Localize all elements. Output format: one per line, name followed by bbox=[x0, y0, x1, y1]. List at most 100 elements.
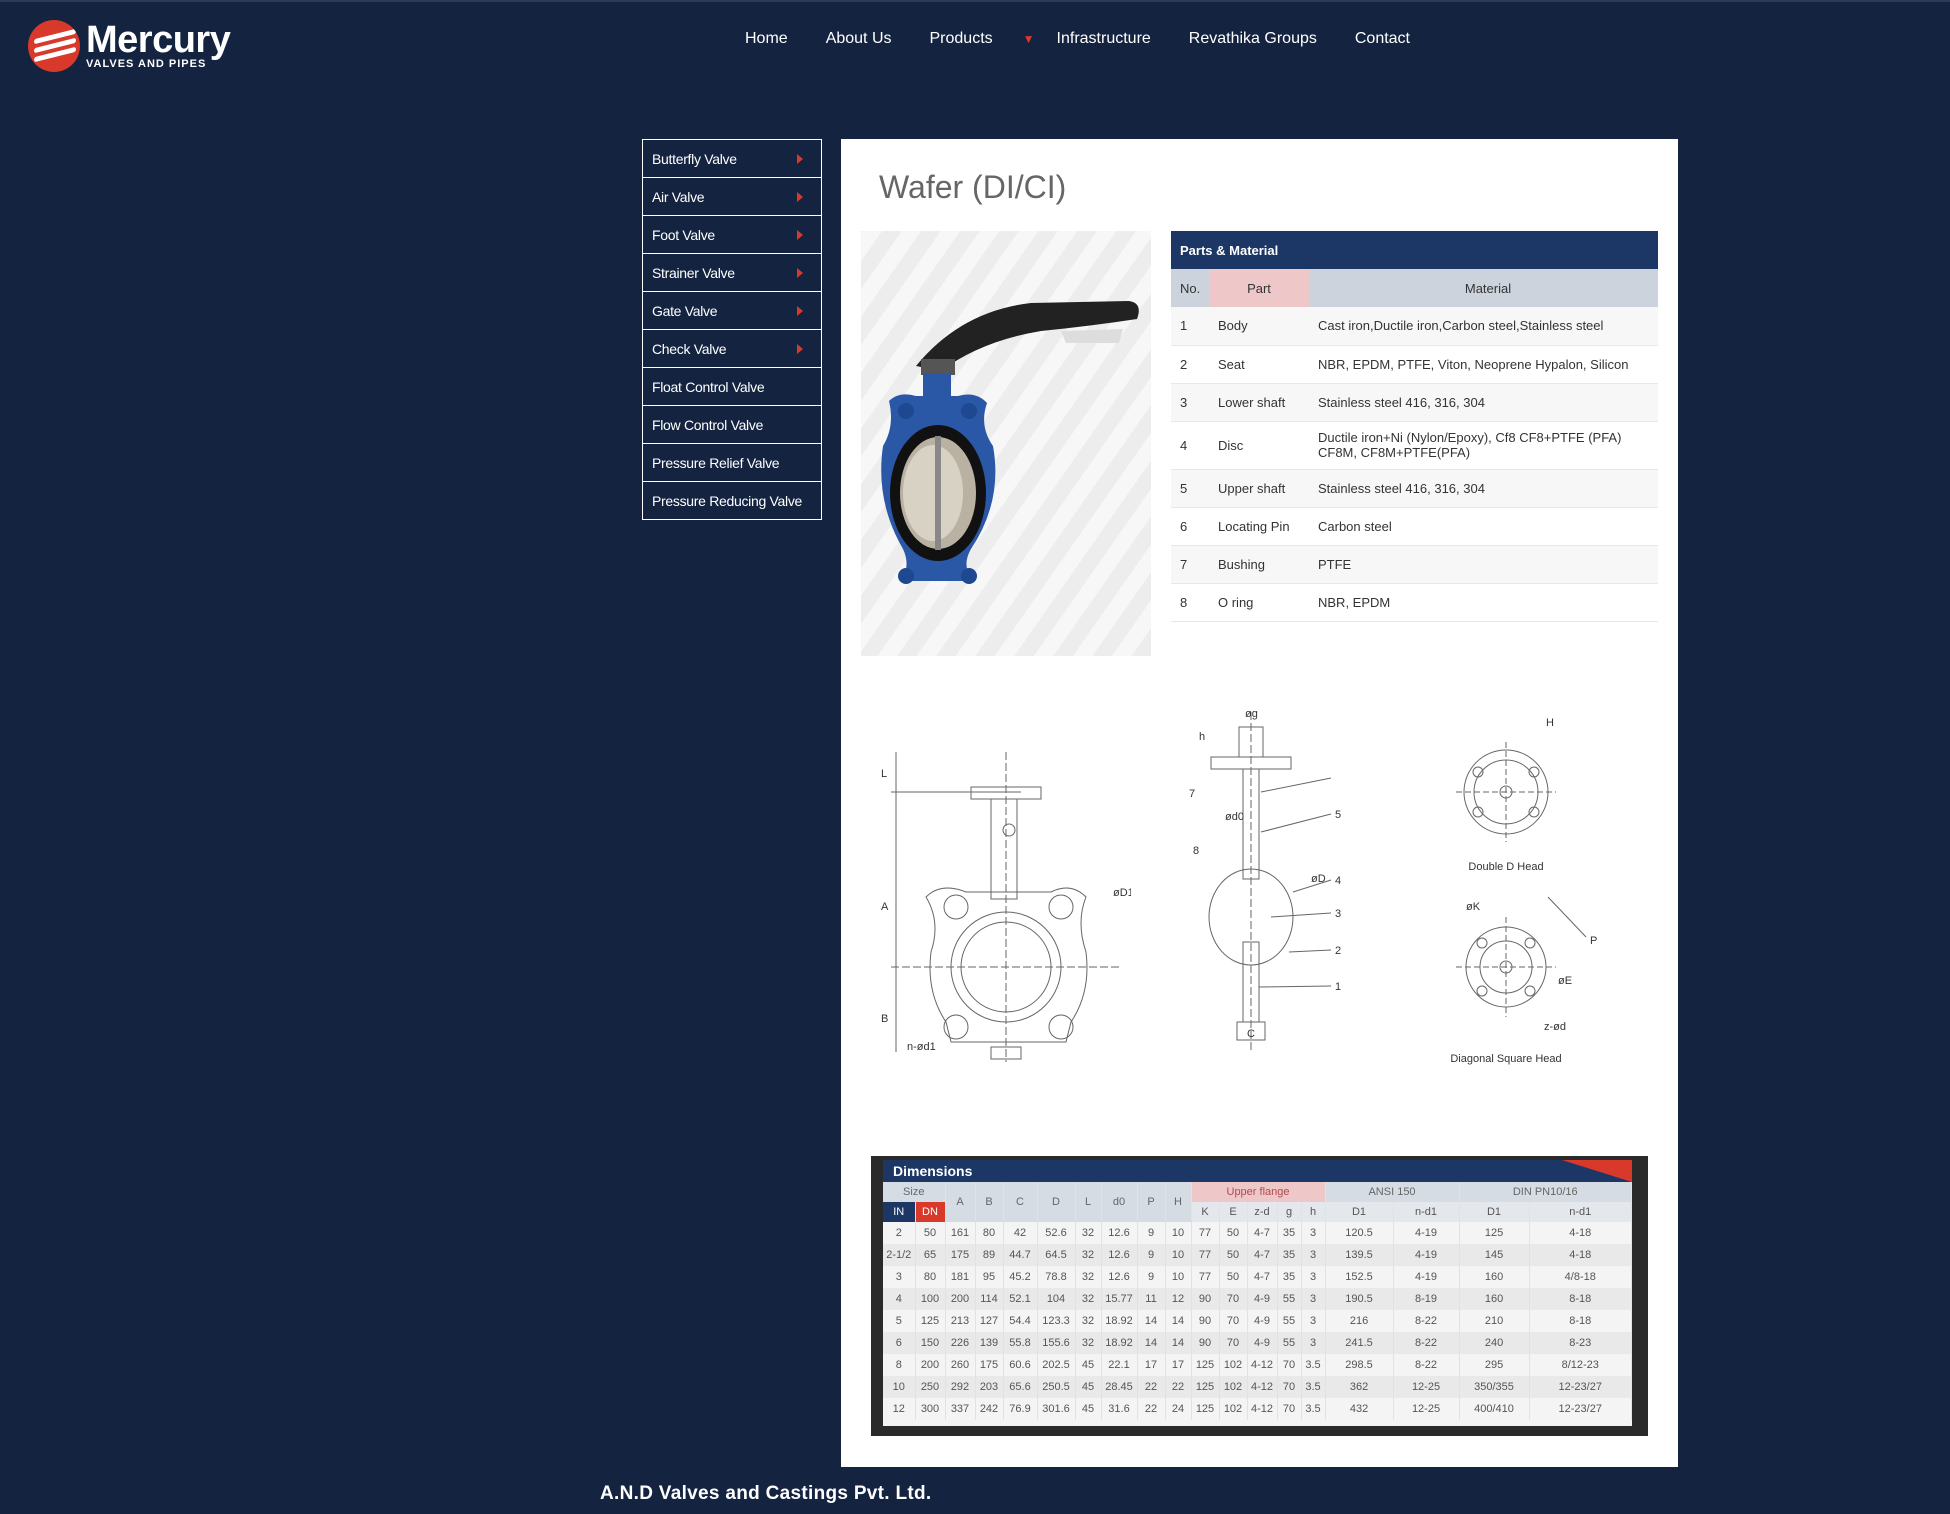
col-header-no: No. bbox=[1171, 269, 1209, 307]
menu-item-foot-valve[interactable]: Foot Valve bbox=[643, 216, 821, 254]
table-row: 8O ring NBR, EPDM bbox=[1171, 583, 1658, 622]
table-cell: 22.1 bbox=[1101, 1354, 1138, 1376]
col-header-part: Part bbox=[1209, 269, 1309, 307]
table-cell: 90 bbox=[1191, 1332, 1220, 1354]
table-row: 12 300 337 242 76.9 301.6 45 31.6 22 24 125 102 4-12… bbox=[883, 1398, 1632, 1420]
menu-item-label: Pressure Relief Valve bbox=[652, 454, 780, 471]
cell-material: PTFE bbox=[1309, 545, 1658, 584]
menu-item-butterfly-valve[interactable]: Butterfly Valve bbox=[643, 140, 821, 178]
table-cell: 260 bbox=[945, 1354, 976, 1376]
table-cell: 77 bbox=[1191, 1266, 1220, 1288]
table-cell: 200 bbox=[945, 1288, 976, 1310]
table-cell: 3 bbox=[1301, 1244, 1326, 1266]
nav-contact[interactable]: Contact bbox=[1355, 30, 1410, 48]
table-cell: 3.5 bbox=[1301, 1398, 1326, 1420]
product-detail-panel: Wafer (DI/CI) Parts & Material No. Part … bbox=[841, 139, 1678, 1467]
table-cell: 292 bbox=[945, 1376, 976, 1398]
table-cell: 90 bbox=[1191, 1288, 1220, 1310]
table-cell: 89 bbox=[975, 1244, 1004, 1266]
nav-home[interactable]: Home bbox=[745, 30, 788, 48]
table-cell: 55.8 bbox=[1003, 1332, 1038, 1354]
menu-item-label: Check Valve bbox=[652, 340, 727, 357]
dim-label: øK bbox=[1466, 901, 1481, 913]
table-cell: 125 bbox=[1191, 1354, 1220, 1376]
table-cell: 52.1 bbox=[1003, 1288, 1038, 1310]
brand-logo[interactable]: Mercury VALVES AND PIPES bbox=[28, 20, 231, 72]
dim-label: z-ød bbox=[1544, 1021, 1566, 1033]
nav-products[interactable]: Products bbox=[930, 30, 993, 48]
diagonal-square-head-caption: Diagonal Square Head bbox=[1450, 1053, 1561, 1065]
menu-item-label: Strainer Valve bbox=[652, 264, 735, 281]
table-cell: 9 bbox=[1137, 1222, 1166, 1244]
table-cell: 65 bbox=[915, 1244, 946, 1266]
table-row: 10 250 292 203 65.6 250.5 45 28.45 22 22 125 102 4-1… bbox=[883, 1376, 1632, 1398]
table-cell: 6 bbox=[883, 1332, 916, 1354]
caret-right-icon bbox=[797, 191, 803, 202]
table-cell: 44.7 bbox=[1003, 1244, 1038, 1266]
table-cell: 152.5 bbox=[1325, 1266, 1394, 1288]
nav-about-us[interactable]: About Us bbox=[826, 30, 892, 48]
table-cell: 10 bbox=[1165, 1222, 1192, 1244]
caret-right-icon bbox=[797, 343, 803, 354]
products-dropdown-icon[interactable]: ▼ bbox=[1023, 32, 1035, 46]
menu-item-check-valve[interactable]: Check Valve bbox=[643, 330, 821, 368]
table-cell: 32 bbox=[1075, 1310, 1102, 1332]
menu-item-pressure-relief-valve[interactable]: Pressure Relief Valve bbox=[643, 444, 821, 482]
table-cell: 12-23/27 bbox=[1529, 1398, 1632, 1420]
table-cell: 213 bbox=[945, 1310, 976, 1332]
menu-item-strainer-valve[interactable]: Strainer Valve bbox=[643, 254, 821, 292]
table-cell: 76.9 bbox=[1003, 1398, 1038, 1420]
col-header: n-d1 bbox=[1393, 1202, 1460, 1222]
col-header: K bbox=[1191, 1202, 1220, 1222]
table-cell: 45 bbox=[1075, 1376, 1102, 1398]
table-cell: 45.2 bbox=[1003, 1266, 1038, 1288]
table-cell: 4-19 bbox=[1393, 1222, 1460, 1244]
table-cell: 32 bbox=[1075, 1244, 1102, 1266]
table-cell: 210 bbox=[1459, 1310, 1530, 1332]
cell-part: Seat bbox=[1209, 345, 1309, 384]
table-cell: 32 bbox=[1075, 1266, 1102, 1288]
table-row: 3 80 181 95 45.2 78.8 32 12.6 9 10 77 50 4-7 35 3 152.5… bbox=[883, 1266, 1632, 1288]
table-cell: 14 bbox=[1137, 1310, 1166, 1332]
table-cell: 50 bbox=[1219, 1244, 1248, 1266]
dim-label: øE bbox=[1558, 975, 1572, 987]
menu-item-flow-control-valve[interactable]: Flow Control Valve bbox=[643, 406, 821, 444]
table-cell: 14 bbox=[1137, 1332, 1166, 1354]
table-cell: 50 bbox=[1219, 1222, 1248, 1244]
table-cell: 4-18 bbox=[1529, 1244, 1632, 1266]
table-cell: 54.4 bbox=[1003, 1310, 1038, 1332]
table-cell: 8-22 bbox=[1393, 1332, 1460, 1354]
table-cell: 8-22 bbox=[1393, 1354, 1460, 1376]
cell-part: Upper shaft bbox=[1209, 469, 1309, 508]
table-cell: 17 bbox=[1137, 1354, 1166, 1376]
group-header-upper-flange: Upper flange bbox=[1191, 1182, 1326, 1202]
menu-item-gate-valve[interactable]: Gate Valve bbox=[643, 292, 821, 330]
dimensions-table: Size A B C D L d0 P H Upper flange ANSI … bbox=[883, 1182, 1632, 1420]
cell-material: Stainless steel 416, 316, 304 bbox=[1309, 383, 1658, 422]
table-cell: 12 bbox=[1165, 1288, 1192, 1310]
col-header: A bbox=[945, 1182, 976, 1222]
nav-infrastructure[interactable]: Infrastructure bbox=[1057, 30, 1151, 48]
nav-revathika-groups[interactable]: Revathika Groups bbox=[1189, 30, 1317, 48]
menu-item-pressure-reducing-valve[interactable]: Pressure Reducing Valve bbox=[643, 482, 821, 520]
cell-no: 8 bbox=[1171, 583, 1209, 622]
table-cell: 22 bbox=[1137, 1376, 1166, 1398]
table-cell: 4/8-18 bbox=[1529, 1266, 1632, 1288]
dim-label: C bbox=[1247, 1028, 1255, 1040]
double-d-head-caption: Double D Head bbox=[1468, 861, 1543, 873]
table-cell: 64.5 bbox=[1037, 1244, 1076, 1266]
table-cell: 4-9 bbox=[1247, 1288, 1278, 1310]
table-caption: Parts & Material bbox=[1171, 231, 1658, 269]
table-cell: 60.6 bbox=[1003, 1354, 1038, 1376]
table-cell: 4-12 bbox=[1247, 1398, 1278, 1420]
table-cell: 31.6 bbox=[1101, 1398, 1138, 1420]
menu-item-air-valve[interactable]: Air Valve bbox=[643, 178, 821, 216]
table-cell: 12.6 bbox=[1101, 1222, 1138, 1244]
menu-item-label: Flow Control Valve bbox=[652, 416, 764, 433]
table-cell: 35 bbox=[1277, 1222, 1302, 1244]
table-cell: 8 bbox=[883, 1354, 916, 1376]
caret-right-icon bbox=[797, 267, 803, 278]
col-header-material: Material bbox=[1309, 269, 1658, 307]
table-cell: 241.5 bbox=[1325, 1332, 1394, 1354]
menu-item-float-control-valve[interactable]: Float Control Valve bbox=[643, 368, 821, 406]
